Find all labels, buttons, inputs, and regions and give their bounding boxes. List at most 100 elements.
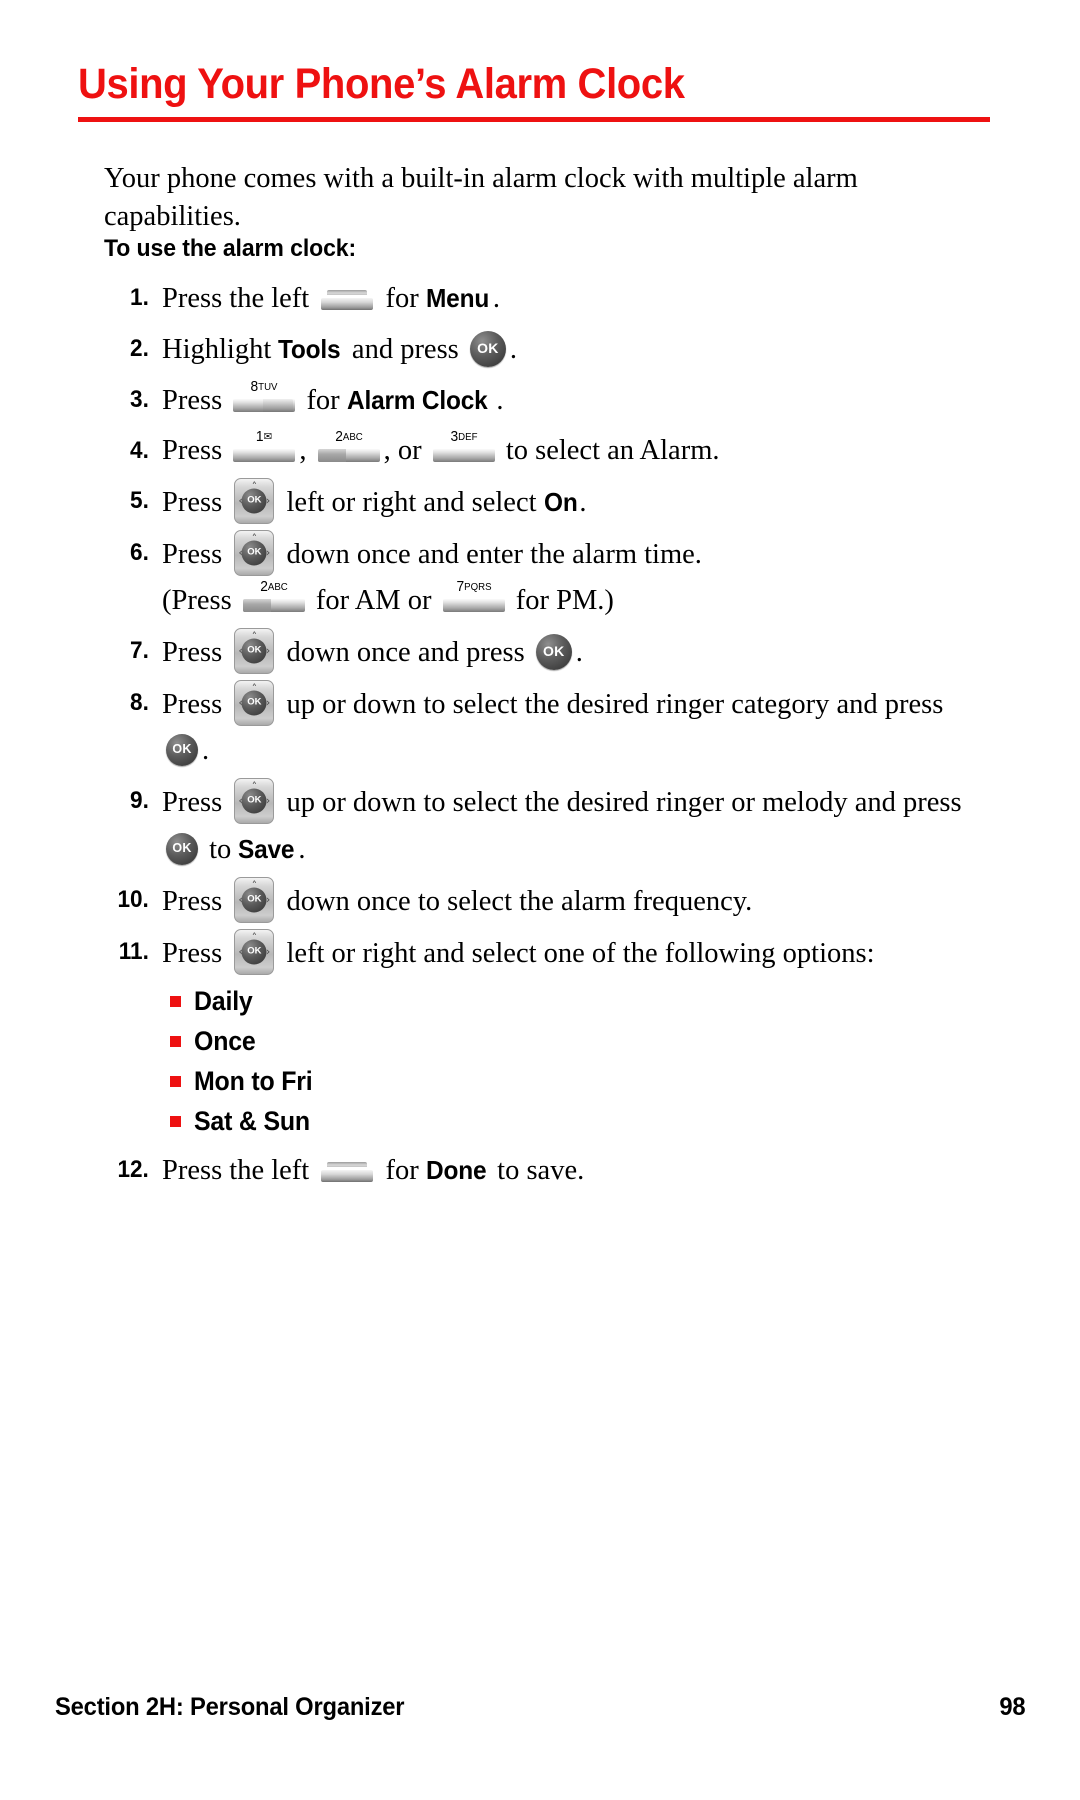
step-text-part: up or down to select the desired ringer …: [279, 787, 962, 818]
number-key-letters: DEF: [457, 431, 478, 443]
step-text-part: Highlight: [162, 334, 279, 365]
bullet-square-icon: [170, 1075, 181, 1087]
number-key-digit: 2: [260, 578, 268, 595]
step-text: Press ˄ ˅ ‹ › OK left or right and select on…: [162, 929, 984, 977]
page-title: Using Your Phone’s Alarm Clock: [78, 60, 685, 108]
ok-key-icon: OK: [166, 833, 198, 865]
step-text-part: to save.: [490, 1155, 585, 1186]
navigation-key-icon: ˄ ˅ ‹ › OK: [234, 778, 275, 824]
nav-ok-label: OK: [247, 644, 262, 656]
nav-ok-button: OK: [241, 488, 267, 514]
step-item: 9. Press ˄ ˅ ‹ › OK up or down to select the…: [104, 778, 984, 873]
number-key-letters: TUV: [258, 381, 278, 393]
step-text-part: Press: [162, 637, 230, 668]
manual-page: Using Your Phone’s Alarm Clock Your phon…: [0, 0, 1080, 1800]
ok-key-label: OK: [542, 643, 565, 660]
number-key-1-icon: 1✉: [233, 429, 296, 462]
step-number: 5.: [130, 487, 149, 514]
step-item: 4. Press 1✉, 2ABC, or 3DEF to select an …: [104, 428, 984, 474]
step-text: Press ˄ ˅ ‹ › OK up or down to select the de…: [162, 680, 984, 774]
step-text-part: for AM or: [308, 585, 439, 616]
step-text-part: Press: [162, 385, 230, 416]
step-text: Press ˄ ˅ ‹ › OK left or right and select On…: [162, 478, 984, 526]
frequency-options-list: Daily Once Mon to Fri Sat & Sun: [170, 981, 984, 1141]
step-text: Press ˄ ˅ ‹ › OK up or down to select the de…: [162, 778, 984, 873]
intro-paragraph: Your phone comes with a built-in alarm c…: [104, 163, 858, 232]
envelope-icon: ✉: [263, 431, 273, 443]
step-text: Press the left for Menu.: [162, 275, 984, 322]
step-text-part: .: [492, 283, 501, 314]
step-text-part: Press: [162, 689, 230, 720]
step-number: 11.: [118, 938, 149, 965]
navigation-key-icon: ˄ ˅ ‹ › OK: [234, 929, 275, 975]
number-key-3-icon: 3DEF: [432, 429, 495, 462]
list-item: Once: [170, 1021, 984, 1061]
option-label: Once: [194, 1025, 256, 1056]
step-text-part: .: [579, 487, 587, 518]
step-text-part: for: [378, 1155, 426, 1186]
ok-key-label: OK: [172, 742, 192, 757]
navigation-key-icon: ˄ ˅ ‹ › OK: [234, 680, 275, 726]
step-text-part: for PM.): [508, 585, 614, 616]
step-text: Press ˄ ˅ ‹ › OK down once to select the ala…: [162, 877, 984, 925]
step-text-part: and press: [344, 334, 466, 365]
navigation-key-icon: ˄ ˅ ‹ › OK: [234, 478, 275, 524]
navigation-key-icon: ˄ ˅ ‹ › OK: [234, 877, 275, 923]
nav-ok-label: OK: [247, 546, 262, 558]
softkey-icon: [321, 290, 374, 310]
ok-key-label: OK: [477, 340, 499, 357]
step-text-part: ,: [299, 435, 314, 466]
step-text: Press ˄ ˅ ‹ › OK down once and enter the ala…: [162, 530, 984, 624]
step-item: 2. Highlight Tools and press OK.: [104, 326, 984, 373]
step-text-part: Press the left: [162, 1155, 317, 1186]
number-key-letters: PQRS: [463, 581, 492, 593]
section-subheading: To use the alarm clock:: [104, 235, 357, 262]
number-key-digit: 7: [456, 578, 464, 595]
page-footer: Section 2H: Personal Organizer 98: [55, 1693, 1025, 1722]
step-text-part: to select an Alarm.: [498, 435, 720, 466]
step-item: 7. Press ˄ ˅ ‹ › OK down once and press OK.: [104, 628, 984, 676]
step-text-part: Press: [162, 886, 230, 917]
steps-list: 1. Press the left for Menu. 2. Highlight…: [104, 275, 984, 1198]
step-text-part: Press: [162, 938, 230, 969]
step-text-part: Press: [162, 435, 230, 466]
number-key-2-icon: 2ABC: [317, 429, 380, 462]
step-number: 8.: [130, 689, 149, 716]
number-key-digit: 3: [450, 428, 458, 445]
step-text: Press the left for Done to save.: [162, 1147, 984, 1194]
step-text: Highlight Tools and press OK.: [162, 326, 984, 373]
nav-ok-button: OK: [241, 690, 267, 716]
step-text-part: up or down to select the desired ringer …: [279, 689, 944, 720]
step-text-part: .: [509, 334, 518, 365]
step-number: 9.: [130, 787, 149, 814]
step-item: 10. Press ˄ ˅ ‹ › OK down once to select the…: [104, 877, 984, 925]
step-text-part: left or right and select one of the foll…: [279, 938, 875, 969]
nav-ok-label: OK: [247, 893, 262, 905]
ok-key-icon: OK: [166, 734, 198, 766]
option-label: Sat & Sun: [194, 1105, 310, 1136]
step-text: Press ˄ ˅ ‹ › OK down once and press OK.: [162, 628, 984, 676]
step-text-part: left or right and select: [279, 487, 544, 518]
navigation-key-icon: ˄ ˅ ‹ › OK: [234, 530, 275, 576]
step-text-part: Press: [162, 787, 230, 818]
step-item: 11. Press ˄ ˅ ‹ › OK left or right and selec…: [104, 929, 984, 977]
title-divider: [78, 117, 990, 123]
ui-term: Menu: [425, 283, 489, 313]
step-text-part: .: [202, 735, 210, 766]
step-line: (Press 2ABC for AM or 7PQRS for PM.): [162, 578, 984, 624]
step-number: 12.: [117, 1156, 149, 1183]
step-line: Press ˄ ˅ ‹ › OK down once and enter the ala…: [162, 530, 984, 578]
nav-ok-button: OK: [241, 638, 267, 664]
step-text-part: down once and press: [279, 637, 532, 668]
step-text-part: down once and enter the alarm time.: [279, 539, 702, 570]
step-number: 1.: [130, 284, 149, 311]
step-number: 7.: [130, 637, 149, 664]
step-text-part: Press: [162, 487, 230, 518]
nav-ok-label: OK: [247, 794, 262, 806]
bullet-square-icon: [170, 995, 181, 1007]
step-number: 6.: [130, 539, 149, 566]
step-text-part: for: [378, 283, 426, 314]
footer-page-number: 98: [998, 1693, 1025, 1721]
nav-ok-button: OK: [241, 788, 267, 814]
ok-key-icon: OK: [535, 634, 572, 670]
